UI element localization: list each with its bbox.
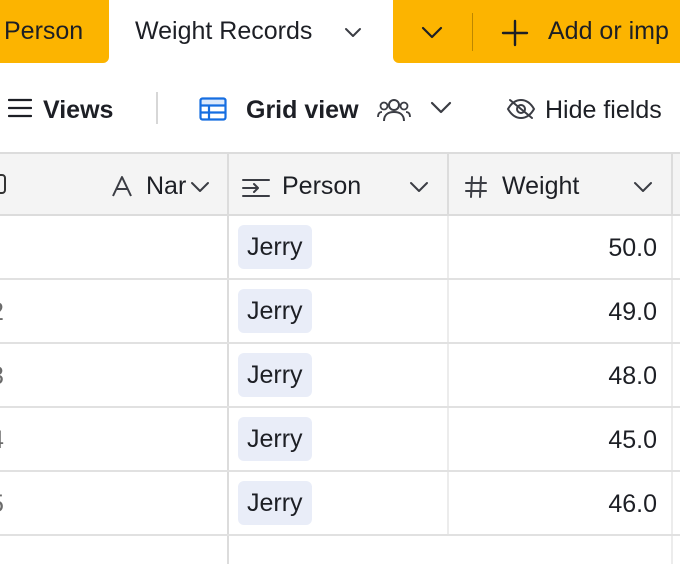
plus-icon[interactable] [501,19,529,47]
weight-cell[interactable]: 50.0 [449,216,673,278]
tab-weight-records-label: Weight Records [135,17,313,45]
eye-off-icon [506,98,536,120]
column-header-label: Weight [502,172,580,200]
views-button[interactable]: Views [43,96,113,125]
select-all-checkbox[interactable] [0,174,6,194]
column-header-person[interactable]: Person [229,152,449,216]
weight-cell[interactable]: 49.0 [449,280,673,342]
empty-row-area[interactable] [449,536,673,564]
hide-fields-button[interactable]: Hide fields [545,96,662,125]
linked-record-pill[interactable]: Jerry [238,289,312,333]
linked-record-pill[interactable]: Jerry [238,417,312,461]
person-cell[interactable]: Jerry [229,344,449,406]
column-header-weight[interactable]: Weight [449,152,673,216]
view-name[interactable]: Grid view [246,96,359,125]
table-row[interactable]: Jerry 50.0 [0,216,680,280]
number-field-icon [465,176,487,198]
tab-bar-actions: Add or imp [393,0,680,63]
records-grid: Nar Person Weight Jerry 50.0 Jerry 49.0 … [0,152,680,564]
link-field-icon [242,179,270,197]
table-row[interactable]: 3 Jerry 48.0 [0,344,680,408]
table-row[interactable]: 4 Jerry 45.0 [0,408,680,472]
grid-view-icon [199,97,227,121]
weight-value: 48.0 [608,362,657,390]
linked-record-pill[interactable]: Jerry [238,353,312,397]
linked-record-pill[interactable]: Jerry [238,481,312,525]
person-cell[interactable]: Jerry [229,280,449,342]
chevron-down-icon[interactable] [633,180,653,194]
row-number: 4 [0,426,4,455]
weight-value: 46.0 [608,490,657,518]
empty-row-area[interactable] [0,536,229,564]
weight-value: 49.0 [608,298,657,326]
weight-cell[interactable]: 46.0 [449,472,673,534]
column-header-name[interactable]: Nar [0,152,229,216]
chevron-down-icon[interactable] [343,22,363,42]
tab-weight-records[interactable]: Weight Records [110,0,392,64]
view-toolbar: Views Grid view Hide fields [0,64,680,152]
name-cell[interactable]: 2 [0,280,229,342]
name-cell[interactable] [0,216,229,278]
column-header-label: Person [282,172,362,200]
chevron-down-icon[interactable] [409,180,429,194]
row-number: 5 [0,490,4,519]
person-cell[interactable]: Jerry [229,216,449,278]
more-tables-chevron-icon[interactable] [420,24,444,44]
add-or-import-button[interactable]: Add or imp [548,17,669,46]
column-header-label: Nar [146,172,186,200]
row-number: 3 [0,362,4,391]
weight-cell[interactable]: 48.0 [449,344,673,406]
text-field-icon [112,176,132,197]
table-row[interactable]: 5 Jerry 46.0 [0,472,680,536]
chevron-down-icon[interactable] [430,100,452,116]
name-cell[interactable]: 3 [0,344,229,406]
tab-person-label: Person [4,17,84,45]
name-cell[interactable]: 4 [0,408,229,470]
toolbar-divider [156,92,158,124]
table-tab-bar: Person Weight Records Add or imp [0,0,680,64]
row-number: 2 [0,298,4,327]
hamburger-icon[interactable] [8,98,32,118]
collaborators-icon[interactable] [377,97,411,123]
weight-cell[interactable]: 45.0 [449,408,673,470]
weight-value: 50.0 [608,234,657,262]
linked-record-pill[interactable]: Jerry [238,225,312,269]
person-cell[interactable]: Jerry [229,408,449,470]
name-cell[interactable]: 5 [0,472,229,534]
table-row[interactable]: 2 Jerry 49.0 [0,280,680,344]
tab-divider [472,13,473,51]
tab-person[interactable]: Person [0,0,109,63]
weight-value: 45.0 [608,426,657,454]
column-header-add[interactable] [673,152,680,216]
chevron-down-icon[interactable] [190,180,210,194]
person-cell[interactable]: Jerry [229,472,449,534]
